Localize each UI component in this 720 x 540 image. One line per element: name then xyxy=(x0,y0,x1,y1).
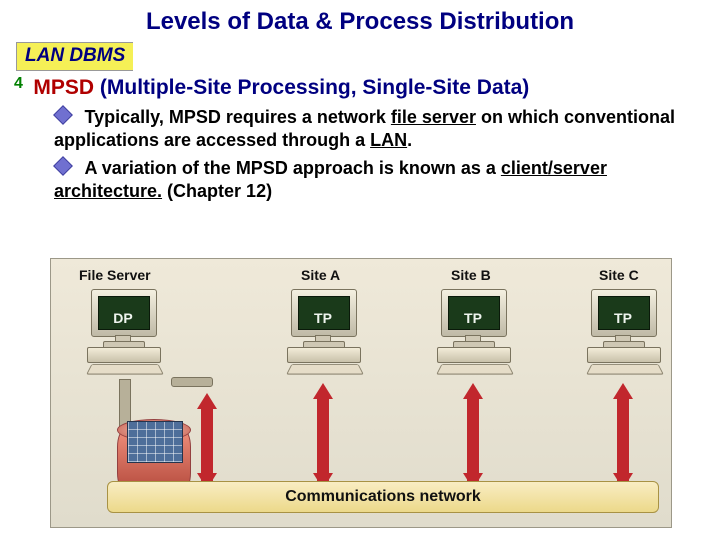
arrow-up-icon xyxy=(197,393,217,409)
site-c-label: Site C xyxy=(599,267,639,283)
arrow-up-icon xyxy=(463,383,483,399)
data-grid-icon xyxy=(127,421,183,463)
arrow-stem-icon xyxy=(317,397,329,481)
sub-bullet-1: Typically, MPSD requires a network file … xyxy=(54,106,694,151)
sub-bullet-2: A variation of the MPSD approach is know… xyxy=(54,157,694,202)
diamond-icon xyxy=(53,105,73,125)
tp-tag: TP xyxy=(291,299,355,337)
main-bullet-text: MPSD (Multiple-Site Processing, Single-S… xyxy=(33,76,529,99)
arrow-stem-icon xyxy=(201,407,213,481)
tp-tag: TP xyxy=(441,299,505,337)
fileserver-computer-icon: DP xyxy=(81,289,165,359)
subheader-badge: LAN DBMS xyxy=(16,42,133,71)
arrow-stem-icon xyxy=(467,397,479,481)
main-bullet: 4 MPSD (Multiple-Site Processing, Single… xyxy=(14,75,720,100)
mpsd-term: MPSD xyxy=(33,76,94,99)
dp-tag: DP xyxy=(91,299,155,337)
site-a-label: Site A xyxy=(301,267,340,283)
site-c-computer-icon: TP xyxy=(581,289,665,359)
slide-title: Levels of Data & Process Distribution xyxy=(0,0,720,42)
bullet-number-icon: 4 xyxy=(14,75,23,93)
tp-tag: TP xyxy=(591,299,655,337)
fileserver-label: File Server xyxy=(79,267,151,283)
arrow-up-icon xyxy=(313,383,333,399)
sub-bullet-2-text: A variation of the MPSD approach is know… xyxy=(54,158,607,201)
arrow-up-icon xyxy=(613,383,633,399)
comm-network-bar: Communications network xyxy=(107,481,659,513)
site-b-label: Site B xyxy=(451,267,491,283)
fileserver-connector-icon xyxy=(171,377,213,387)
arrow-stem-icon xyxy=(617,397,629,481)
diagram: File Server Site A Site B Site C DP TP T… xyxy=(50,258,672,528)
site-b-computer-icon: TP xyxy=(431,289,515,359)
sub-bullet-1-text: Typically, MPSD requires a network file … xyxy=(54,107,675,150)
diamond-icon xyxy=(53,156,73,176)
site-a-computer-icon: TP xyxy=(281,289,365,359)
mpsd-expansion: (Multiple-Site Processing, Single-Site D… xyxy=(94,76,529,99)
